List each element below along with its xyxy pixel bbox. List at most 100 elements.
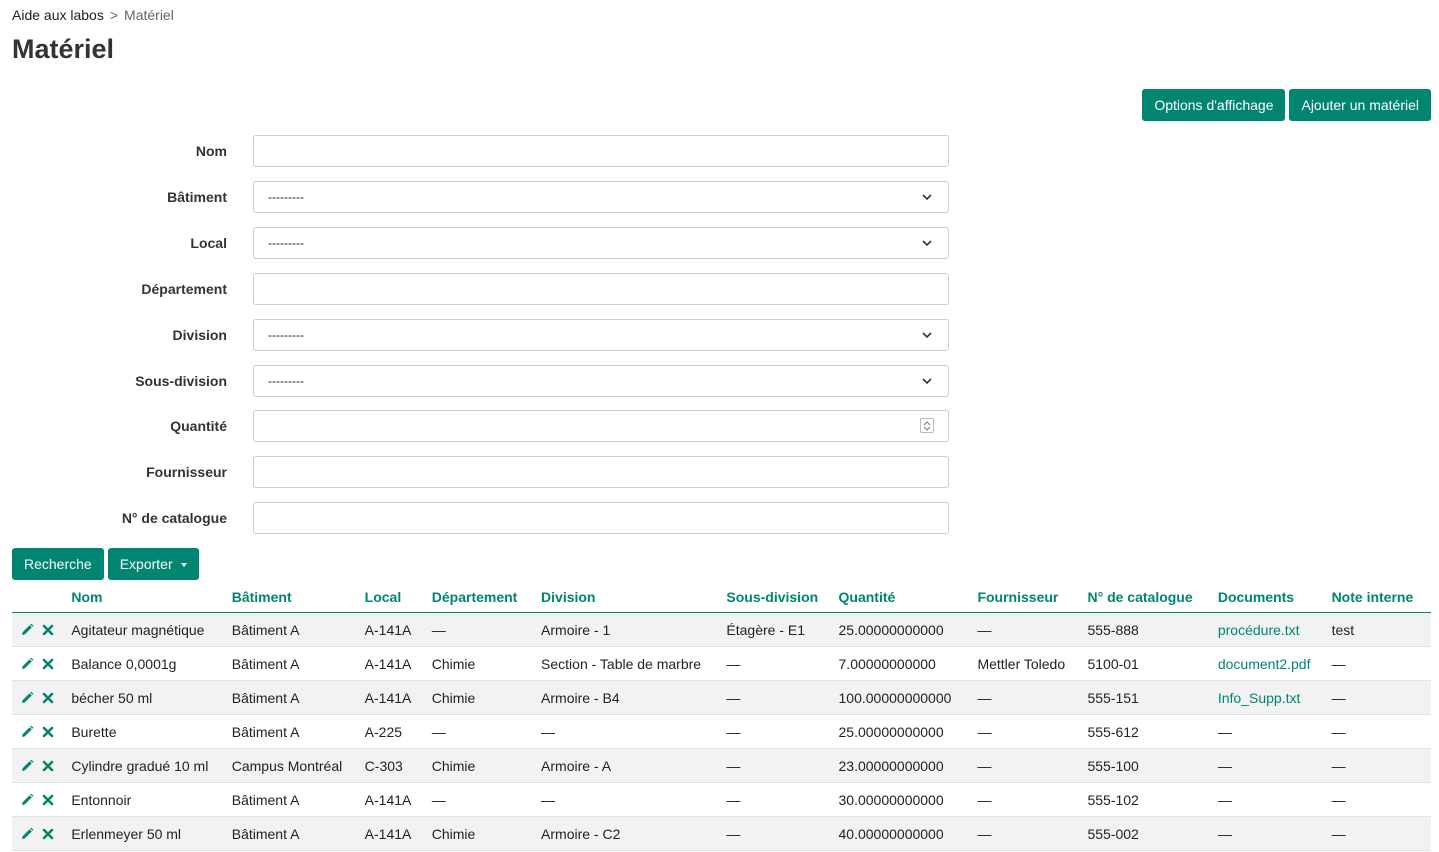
document-link[interactable]: procédure.txt	[1218, 622, 1300, 638]
cell-nom: Burette	[67, 714, 228, 749]
close-icon[interactable]	[41, 827, 55, 841]
document-link[interactable]: document2.pdf	[1218, 656, 1311, 672]
catalogue-input[interactable]	[253, 502, 949, 534]
cell-fournisseur: —	[973, 714, 1084, 749]
cell-batiment: Bâtiment A	[227, 680, 361, 715]
breadcrumb-current: Matériel	[124, 7, 174, 23]
table-row[interactable]: bécher 50 ml Bâtiment A A-141A Chimie Armoir…	[12, 680, 1431, 715]
cell-value: —	[726, 757, 741, 774]
cell-value: 25.00000000000	[838, 723, 944, 740]
pencil-icon[interactable]	[20, 827, 34, 841]
cell-local: A-225	[360, 714, 428, 749]
pencil-icon[interactable]	[20, 725, 34, 739]
close-icon[interactable]	[41, 657, 55, 671]
row-action-buttons	[16, 657, 63, 671]
nom-input[interactable]	[253, 135, 949, 167]
table-row[interactable]: Entonnoir Bâtiment A A-141A — — — 30.000000000…	[12, 782, 1431, 817]
cell-batiment: Bâtiment A	[227, 782, 361, 817]
column-header-quantite[interactable]: Quantité	[834, 581, 974, 613]
form-row-fournisseur: Fournisseur	[0, 456, 950, 488]
column-header-batiment[interactable]: Bâtiment	[227, 581, 361, 613]
breadcrumb-home-link[interactable]: Aide aux labos	[12, 7, 104, 23]
cell-departement: Chimie	[427, 816, 538, 851]
add-item-button[interactable]: Ajouter un matériel	[1289, 89, 1431, 121]
column-header-documents[interactable]: Documents	[1213, 581, 1328, 613]
cell-sous-division: —	[722, 748, 835, 783]
cell-value: —	[726, 689, 741, 706]
division-select[interactable]: ---------	[253, 319, 949, 351]
quantity-stepper[interactable]	[920, 418, 934, 433]
cell-departement: Chimie	[427, 748, 538, 783]
chevron-down-icon	[922, 378, 932, 385]
cell-value: Bâtiment A	[231, 791, 300, 808]
cell-value: Mettler Toledo	[977, 655, 1066, 672]
column-header-catalogue[interactable]: N° de catalogue	[1083, 581, 1214, 613]
export-button[interactable]: Exporter	[107, 548, 199, 580]
column-header-local[interactable]: Local	[360, 581, 428, 613]
column-header-fournisseur[interactable]: Fournisseur	[973, 581, 1084, 613]
cell-sous-division: —	[722, 646, 835, 681]
table-header-row: Nom Bâtiment Local Département Division Sous-…	[12, 581, 1431, 613]
cell-value: —	[977, 791, 992, 808]
sous-division-select[interactable]: ---------	[253, 365, 949, 397]
cell-sous-division: Étagère - E1	[722, 612, 835, 647]
cell-value: —	[1331, 825, 1346, 842]
close-icon[interactable]	[41, 793, 55, 807]
column-header-sous-division[interactable]: Sous-division	[722, 581, 835, 613]
cell-nom: bécher 50 ml	[67, 680, 228, 715]
cell-value: bécher 50 ml	[71, 689, 153, 706]
local-select[interactable]: ---------	[253, 227, 949, 259]
pencil-icon[interactable]	[20, 623, 34, 637]
close-icon[interactable]	[41, 691, 55, 705]
table-row[interactable]: Cylindre gradué 10 ml Campus Montréal C-30…	[12, 748, 1431, 783]
table-row[interactable]: Agitateur magnétique Bâtiment A A-141A — Arm…	[12, 612, 1431, 647]
sous-division-selected-value: ---------	[268, 374, 304, 388]
close-icon[interactable]	[41, 725, 55, 739]
local-label: Local	[190, 235, 227, 251]
pencil-icon[interactable]	[20, 793, 34, 807]
cell-value: —	[977, 621, 992, 638]
cell-value: —	[726, 655, 741, 672]
column-header-division[interactable]: Division	[537, 581, 723, 613]
cell-value: Armoire - B4	[541, 689, 620, 706]
fournisseur-input[interactable]	[253, 456, 949, 488]
document-link[interactable]: Info_Supp.txt	[1218, 690, 1301, 706]
cell-documents: —	[1213, 782, 1328, 817]
cell-value: Chimie	[431, 825, 476, 842]
departement-input[interactable]	[253, 273, 949, 305]
quantite-input[interactable]	[253, 410, 949, 442]
close-icon[interactable]	[41, 623, 55, 637]
column-header-note-interne[interactable]: Note interne	[1327, 581, 1431, 613]
cell-value: —	[1217, 825, 1232, 842]
column-header-departement[interactable]: Département	[427, 581, 538, 613]
form-row-catalogue: N° de catalogue	[0, 502, 950, 534]
cell-batiment: Campus Montréal	[227, 748, 361, 783]
table-row[interactable]: Balance 0,0001g Bâtiment A A-141A Chimie Sec…	[12, 646, 1431, 681]
cell-value: —	[1217, 757, 1232, 774]
cell-nom: Erlenmeyer 50 ml	[67, 816, 228, 851]
batiment-select[interactable]: ---------	[253, 181, 949, 213]
cell-value: A-141A	[364, 655, 412, 672]
column-header-nom[interactable]: Nom	[67, 581, 228, 613]
display-options-button[interactable]: Options d'affichage	[1142, 89, 1286, 121]
pencil-icon[interactable]	[20, 691, 34, 705]
cell-value: —	[431, 723, 446, 740]
close-icon[interactable]	[41, 759, 55, 773]
cell-note-interne: —	[1327, 816, 1431, 851]
cell-value: —	[541, 791, 556, 808]
pencil-icon[interactable]	[20, 759, 34, 773]
search-button[interactable]: Recherche	[12, 548, 104, 580]
table-row[interactable]: Burette Bâtiment A A-225 — — — 25.00000000000 —…	[12, 714, 1431, 749]
pencil-icon[interactable]	[20, 657, 34, 671]
stepper-down-icon[interactable]	[923, 426, 931, 431]
cell-note-interne: —	[1327, 646, 1431, 681]
cell-value: Étagère - E1	[726, 621, 805, 638]
cell-division: Armoire - A	[537, 748, 723, 783]
cell-local: C-303	[360, 748, 428, 783]
cell-value: Chimie	[431, 689, 476, 706]
table-row[interactable]: Erlenmeyer 50 ml Bâtiment A A-141A Chimie Ar…	[12, 816, 1431, 851]
cell-value: Bâtiment A	[231, 621, 300, 638]
cell-value: Armoire - 1	[541, 621, 611, 638]
cell-value: Armoire - A	[541, 757, 612, 774]
cell-note-interne: —	[1327, 714, 1431, 749]
